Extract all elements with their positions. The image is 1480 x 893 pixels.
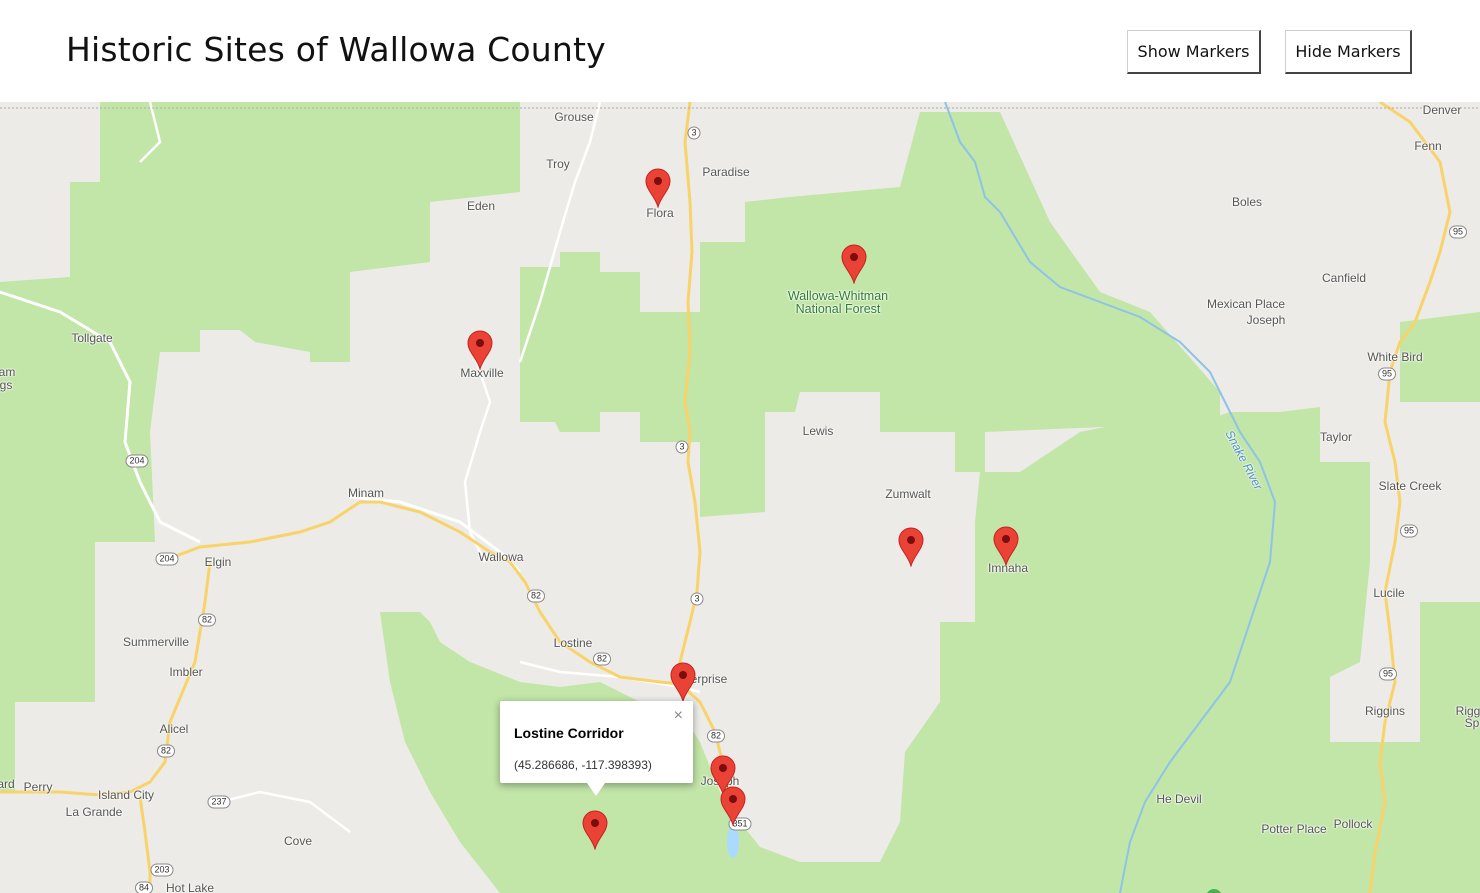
place-label: Lostine [553, 636, 593, 650]
route-shield: 237 [207, 795, 231, 809]
place-label: Canfield [1321, 271, 1367, 285]
place-label: Paradise [702, 165, 750, 179]
place-label: La Grande [65, 805, 123, 819]
place-label: Lewis [802, 424, 834, 438]
place-label: Wallowa [478, 550, 524, 564]
info-window-coordinates: (45.286686, -117.398393) [514, 758, 652, 772]
forest-label: Wallowa-Whitman National Forest [788, 290, 888, 316]
marker-pin-icon[interactable] [993, 526, 1019, 566]
route-shield: 95 [1448, 225, 1468, 239]
info-window: Lostine Corridor (45.286686, -117.398393… [500, 701, 693, 796]
place-label: Grouse [554, 110, 594, 124]
place-label: Flora [646, 206, 674, 220]
map-canvas[interactable]: Grouse Troy Paradise Flora Eden Denver F… [0, 102, 1480, 893]
map-base-layer [0, 102, 1480, 893]
forest-label-line: National Forest [795, 302, 881, 316]
place-label: Fenn [1414, 139, 1442, 153]
route-shield: 84 [134, 881, 154, 893]
place-label: ard [0, 777, 15, 791]
place-label: Zumwalt [885, 487, 931, 501]
place-label: Tollgate [71, 331, 113, 345]
place-label: Cove [283, 834, 313, 848]
place-label: Hot Lake [165, 881, 215, 893]
route-shield: 3 [675, 440, 689, 454]
marker-pin-icon[interactable] [670, 662, 696, 702]
place-label: Alicel [159, 722, 189, 736]
place-label: Mexican Place [1206, 297, 1286, 311]
place-label: Taylor [1319, 430, 1353, 444]
place-label: Troy [546, 157, 570, 171]
route-shield: 82 [197, 613, 217, 627]
place-label: Elgin [204, 555, 232, 569]
page-header: Historic Sites of Wallowa County Show Ma… [0, 0, 1480, 102]
route-shield: 204 [155, 552, 179, 566]
route-shield: 82 [706, 729, 726, 743]
close-icon[interactable]: × [674, 707, 683, 725]
place-label: am [0, 365, 16, 379]
route-shield: 82 [592, 652, 612, 666]
place-label: He Devil [1156, 792, 1202, 806]
marker-pin-icon[interactable] [841, 244, 867, 284]
route-shield: 95 [1377, 367, 1397, 381]
place-label: Lucile [1373, 586, 1405, 600]
place-label: Summerville [122, 635, 190, 649]
route-shield: 95 [1378, 667, 1398, 681]
route-shield: 3 [687, 126, 701, 140]
place-label: Imbler [169, 665, 203, 679]
route-shield: 82 [526, 589, 546, 603]
place-label: Island City [97, 788, 155, 802]
place-label: White Bird [1367, 350, 1423, 364]
route-shield: 203 [150, 863, 174, 877]
hide-markers-button[interactable]: Hide Markers [1285, 30, 1412, 74]
route-shield: 95 [1399, 524, 1419, 538]
info-window-title: Lostine Corridor [514, 725, 624, 741]
route-shield: 204 [125, 454, 149, 468]
place-label: Slate Creek [1378, 479, 1442, 493]
marker-pin-icon[interactable] [720, 786, 746, 826]
place-label: Denver [1422, 103, 1462, 117]
route-shield: 82 [156, 744, 176, 758]
place-label: Potter Place [1261, 822, 1327, 836]
place-label: Minam [347, 486, 385, 500]
place-label: Joseph [1246, 313, 1286, 327]
place-label: Boles [1231, 195, 1263, 209]
place-label: gs [0, 378, 13, 392]
marker-pin-icon[interactable] [645, 168, 671, 208]
marker-pin-icon[interactable] [582, 810, 608, 850]
place-label: Sp [1464, 716, 1480, 730]
place-label: Perry [23, 780, 53, 794]
page-title: Historic Sites of Wallowa County [66, 30, 606, 69]
route-shield: 3 [690, 592, 704, 606]
marker-pin-icon[interactable] [467, 330, 493, 370]
place-label: Eden [466, 199, 496, 213]
place-label: Pollock [1333, 817, 1373, 831]
place-label: Riggins [1364, 704, 1406, 718]
show-markers-button[interactable]: Show Markers [1127, 30, 1261, 74]
marker-pin-icon[interactable] [898, 527, 924, 567]
